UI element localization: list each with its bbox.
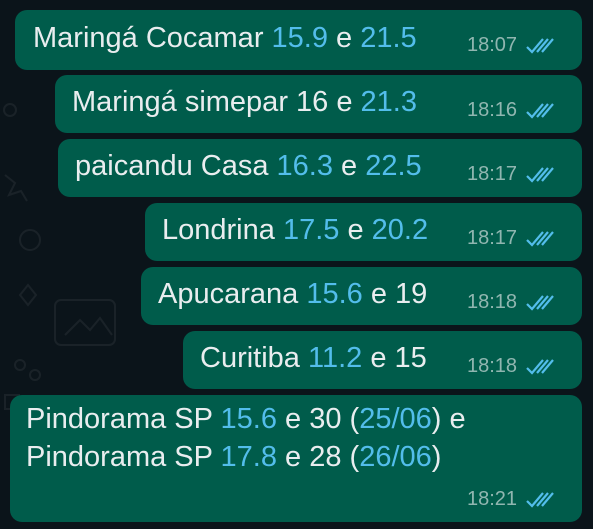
message-list[interactable]: Maringá Cocamar 15.9 e 21.5 18:07 Maring… xyxy=(0,0,593,529)
message-text: Londrina 17.5 e 20.2 xyxy=(162,211,428,249)
double-check-icon xyxy=(526,102,554,119)
message-text-segment: Apucarana xyxy=(158,278,307,310)
message-time: 18:16 xyxy=(467,99,518,121)
double-check-icon xyxy=(526,358,554,375)
message-meta: 18:21 xyxy=(467,488,555,511)
temperature-max: 21.5 xyxy=(360,22,417,54)
message-bubble[interactable]: Pindorama SP 15.6 e 30 (25/06) e Pindora… xyxy=(10,395,582,522)
message-text-segment: Maringá simepar 16 e xyxy=(72,86,361,118)
message-text: Maringá simepar 16 e 21.3 xyxy=(72,83,417,121)
temperature-min: 15.6 xyxy=(306,278,363,310)
message-time: 18:21 xyxy=(467,488,518,510)
message-time: 18:17 xyxy=(467,227,518,249)
message-bubble[interactable]: Maringá simepar 16 e 21.3 18:16 xyxy=(55,75,582,133)
message-bubble[interactable]: Londrina 17.5 e 20.2 18:17 xyxy=(145,203,582,261)
double-check-icon xyxy=(526,294,554,311)
temperature-min: 17.8 xyxy=(220,441,277,473)
date-value: 26/06 xyxy=(359,441,432,473)
message-bubble[interactable]: Curitiba 11.2 e 15 18:18 xyxy=(183,331,582,389)
date-value: 25/06 xyxy=(359,403,432,435)
message-time: 18:18 xyxy=(467,355,518,377)
double-check-icon xyxy=(526,230,554,247)
message-meta: 18:17 xyxy=(467,163,555,186)
message-time: 18:18 xyxy=(467,291,518,313)
message-text-segment: Pindorama SP xyxy=(26,403,221,435)
message-bubble[interactable]: Apucarana 15.6 e 19 18:18 xyxy=(141,267,582,325)
message-text: paicandu Casa 16.3 e 22.5 xyxy=(75,147,422,185)
message-text-segment: Curitiba xyxy=(200,342,308,374)
message-text-segment: ) xyxy=(431,441,442,473)
temperature-max: 20.2 xyxy=(371,214,429,246)
message-meta: 18:17 xyxy=(467,227,555,250)
temperature-min: 16.3 xyxy=(276,150,333,182)
message-line: Pindorama SP 17.8 e 28 (26/06) xyxy=(26,438,571,476)
message-meta: 18:18 xyxy=(467,291,555,314)
temperature-min: 17.5 xyxy=(282,214,340,246)
message-meta: 18:16 xyxy=(467,99,555,122)
message-text-segment: Maringá Cocamar xyxy=(33,22,272,54)
temperature-max: 22.5 xyxy=(365,150,422,182)
message-time: 18:17 xyxy=(467,163,518,185)
message-text-segment: e 28 ( xyxy=(276,441,360,473)
temperature-min: 11.2 xyxy=(308,342,363,374)
message-text-segment: e xyxy=(332,150,366,182)
message-text-segment: e xyxy=(339,214,372,246)
message-text-segment: ) e xyxy=(431,403,466,435)
double-check-icon xyxy=(526,491,554,508)
message-bubble[interactable]: Maringá Cocamar 15.9 e 21.5 18:07 xyxy=(15,10,582,70)
message-text-segment: Pindorama SP xyxy=(26,441,221,473)
message-text-segment: Londrina xyxy=(162,214,283,246)
message-text-segment: e 19 xyxy=(362,278,428,310)
double-check-icon xyxy=(526,37,554,54)
temperature-min: 15.9 xyxy=(271,22,328,54)
message-text-segment: e 15 xyxy=(362,342,427,374)
message-text-segment: e 30 ( xyxy=(276,403,360,435)
message-text: Curitiba 11.2 e 15 xyxy=(200,339,427,377)
message-text-segment: paicandu Casa xyxy=(75,150,277,182)
message-meta: 18:18 xyxy=(467,355,555,378)
message-text-segment: e xyxy=(327,22,361,54)
message-text: Apucarana 15.6 e 19 xyxy=(158,275,427,313)
temperature-min: 15.6 xyxy=(220,403,277,435)
message-text: Maringá Cocamar 15.9 e 21.5 xyxy=(33,19,417,57)
temperature-max: 21.3 xyxy=(360,86,417,118)
double-check-icon xyxy=(526,166,554,183)
message-line: Pindorama SP 15.6 e 30 (25/06) e xyxy=(26,400,571,438)
message-bubble[interactable]: paicandu Casa 16.3 e 22.5 18:17 xyxy=(58,139,582,197)
message-meta: 18:07 xyxy=(467,34,555,57)
message-time: 18:07 xyxy=(467,34,518,56)
message-text: Pindorama SP 15.6 e 30 (25/06) e Pindora… xyxy=(26,400,571,476)
